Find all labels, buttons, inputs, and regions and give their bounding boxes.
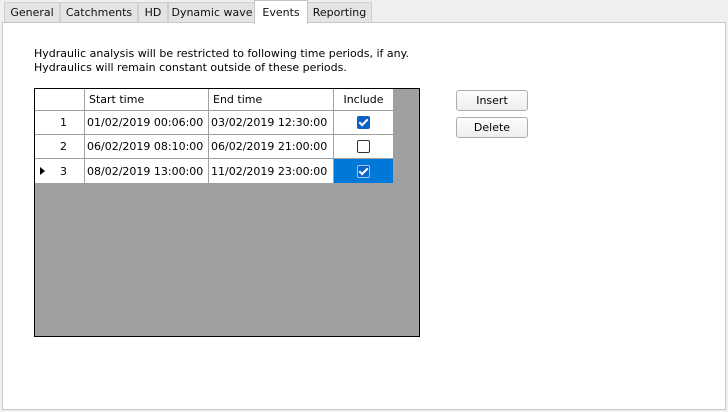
start-time-cell[interactable]: 06/02/2019 08:10:00 xyxy=(85,135,209,159)
insert-button[interactable]: Insert xyxy=(456,90,528,111)
start-time-cell[interactable]: 08/02/2019 13:00:00 xyxy=(85,159,209,184)
end-time-cell[interactable]: 06/02/2019 21:00:00 xyxy=(209,135,334,159)
include-checkbox[interactable] xyxy=(357,116,370,129)
end-time-cell[interactable]: 03/02/2019 12:30:00 xyxy=(209,111,334,135)
description-line-1: Hydraulic analysis will be restricted to… xyxy=(34,47,410,60)
tab-catchments[interactable]: Catchments xyxy=(60,2,138,22)
column-header-end-time[interactable]: End time xyxy=(209,89,334,111)
description-line-2: Hydraulics will remain constant outside … xyxy=(34,61,347,74)
row-header-corner xyxy=(35,89,85,111)
row-number[interactable]: 2 xyxy=(35,135,85,159)
include-checkbox[interactable] xyxy=(357,164,370,178)
tab-dynamic-wave[interactable]: Dynamic wave xyxy=(168,2,256,22)
tab-hd[interactable]: HD xyxy=(138,2,168,22)
include-cell[interactable] xyxy=(334,111,394,135)
row-number-text: 2 xyxy=(60,140,67,153)
grid-header-row: Start time End time Include xyxy=(35,89,394,111)
events-grid[interactable]: Start time End time Include 1 01/02/2019… xyxy=(34,88,420,337)
include-checkbox[interactable] xyxy=(357,140,370,153)
column-header-include[interactable]: Include xyxy=(334,89,394,111)
table-row[interactable]: 1 01/02/2019 00:06:00 03/02/2019 12:30:0… xyxy=(35,111,394,135)
include-cell[interactable] xyxy=(334,159,394,184)
description-text: Hydraulic analysis will be restricted to… xyxy=(34,47,409,75)
start-time-cell[interactable]: 01/02/2019 00:06:00 xyxy=(85,111,209,135)
row-number[interactable]: 3 xyxy=(35,159,85,184)
delete-button[interactable]: Delete xyxy=(456,117,528,138)
table-row[interactable]: 2 06/02/2019 08:10:00 06/02/2019 21:00:0… xyxy=(35,135,394,159)
include-cell[interactable] xyxy=(334,135,394,159)
tab-reporting[interactable]: Reporting xyxy=(307,2,372,22)
tab-events[interactable]: Events xyxy=(254,0,308,24)
end-time-cell[interactable]: 11/02/2019 23:00:00 xyxy=(209,159,334,184)
row-number-text: 3 xyxy=(60,164,67,178)
row-number-text: 1 xyxy=(60,116,67,129)
tab-general[interactable]: General xyxy=(4,2,60,22)
current-row-arrow-icon xyxy=(40,167,45,175)
row-number[interactable]: 1 xyxy=(35,111,85,135)
column-header-start-time[interactable]: Start time xyxy=(85,89,209,111)
table-row[interactable]: 3 08/02/2019 13:00:00 11/02/2019 23:00:0… xyxy=(35,159,394,184)
